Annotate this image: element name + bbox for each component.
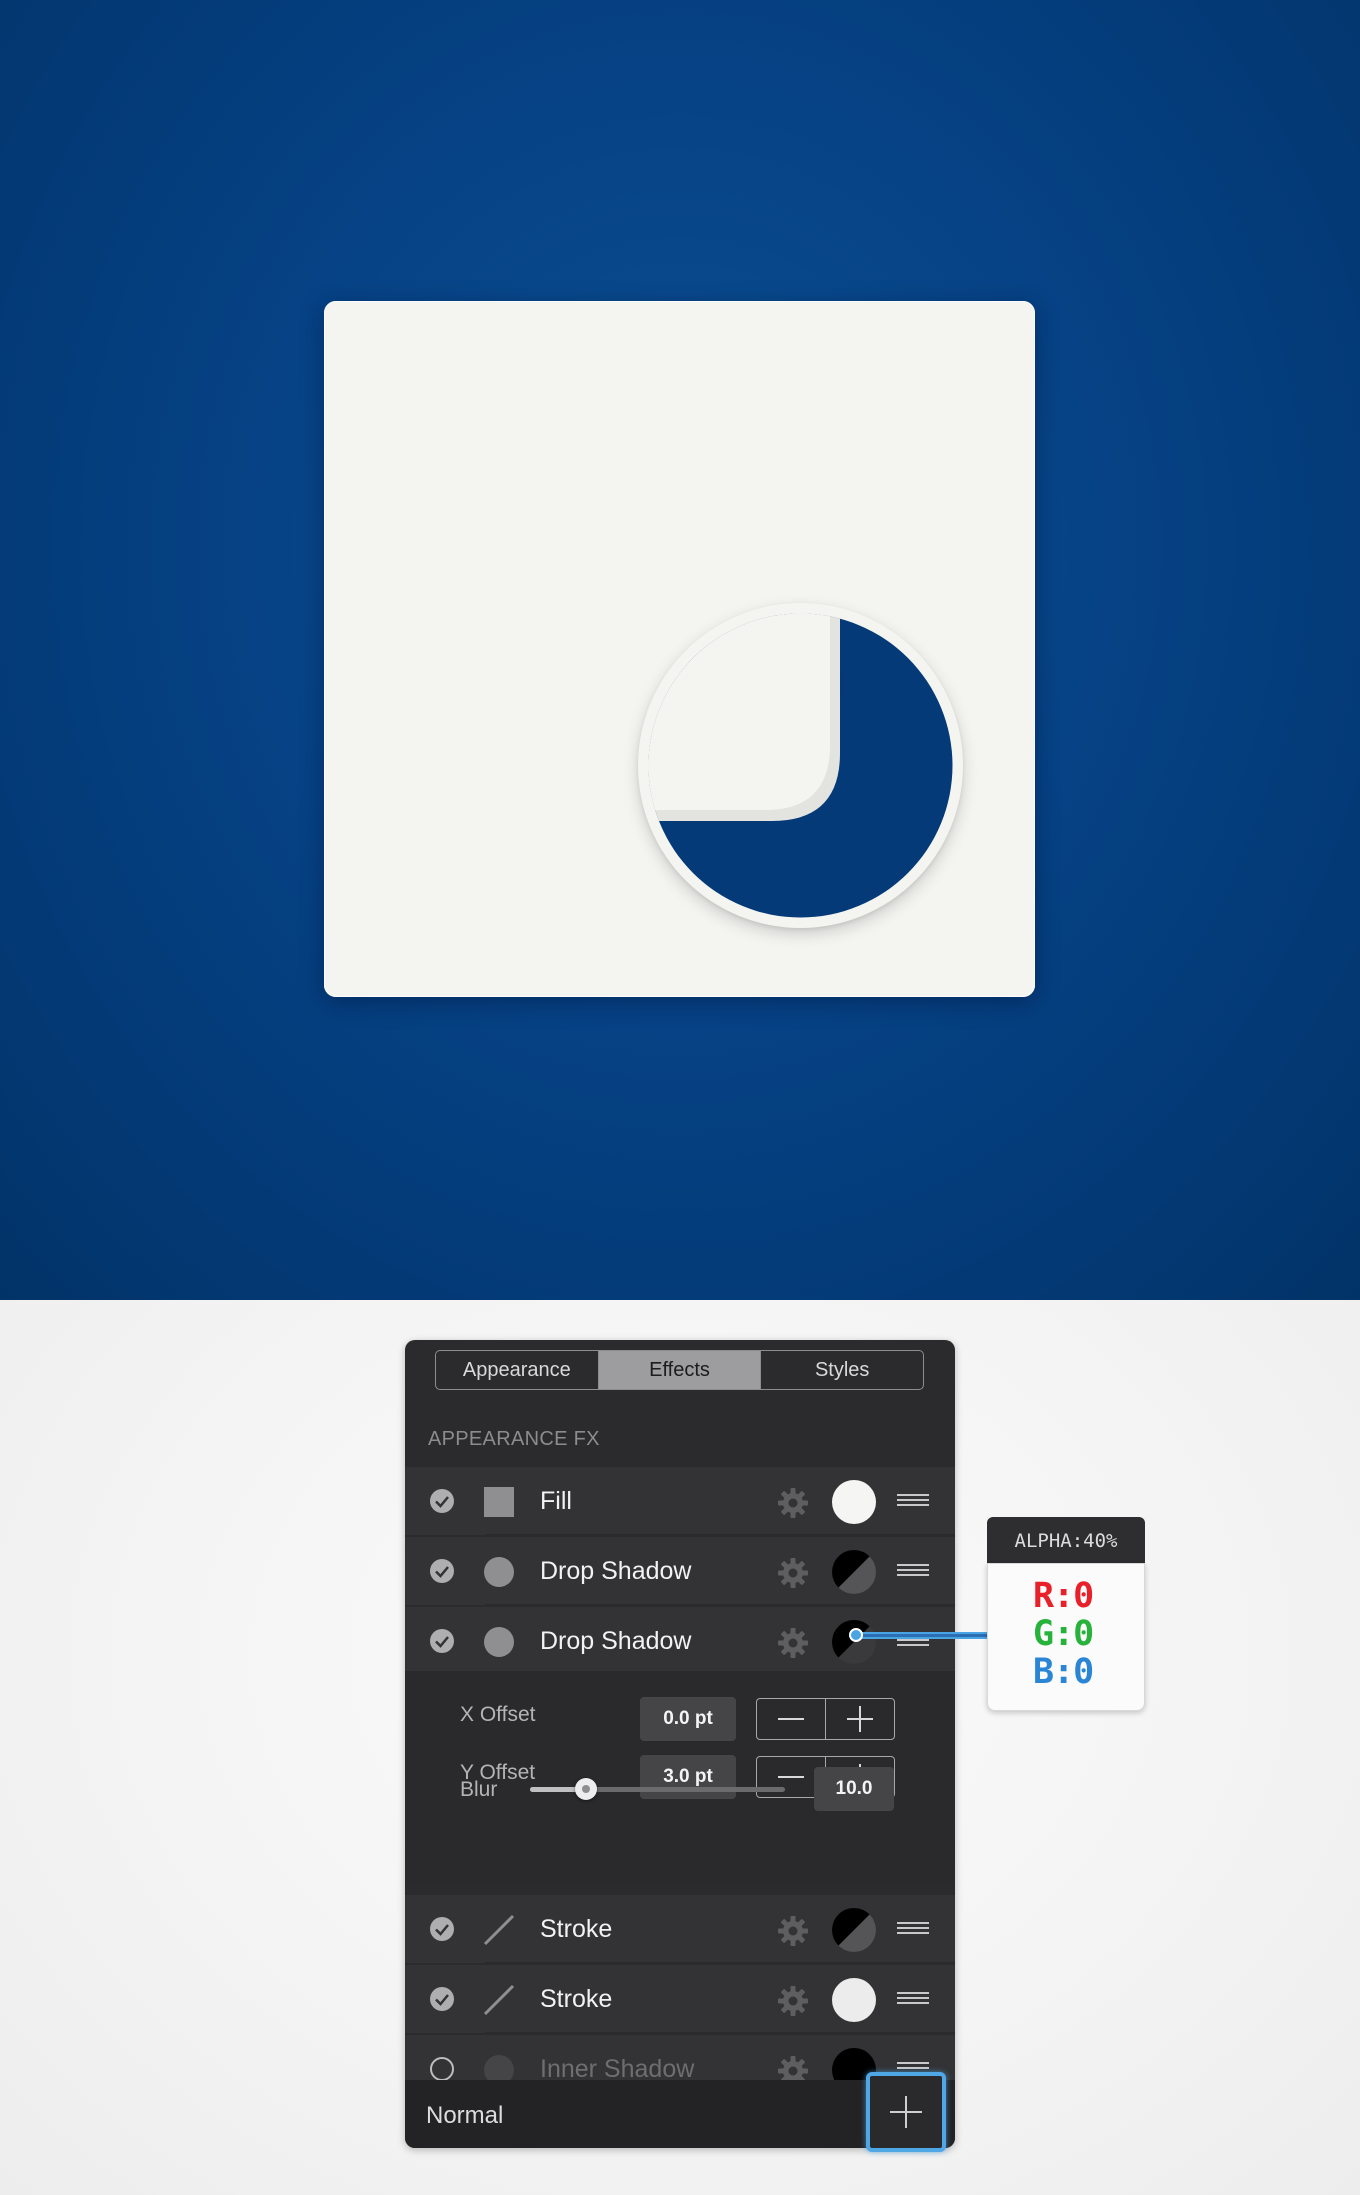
gear-icon[interactable]: [777, 1487, 809, 1519]
blur-value-field[interactable]: 10.0: [814, 1767, 894, 1811]
tab-appearance[interactable]: Appearance: [436, 1351, 599, 1389]
checkmark-icon: [435, 1636, 449, 1648]
tab-effects[interactable]: Effects: [598, 1351, 762, 1389]
add-effect-button[interactable]: [866, 2072, 946, 2152]
enabled-checkbox[interactable]: [430, 1489, 454, 1513]
enabled-checkbox[interactable]: [430, 1987, 454, 2011]
badge-artwork: [638, 603, 963, 928]
badge-white-quarter: [648, 613, 830, 810]
drop-shadow-settings: X Offset 0.0 pt Y Offset 3.0 pt Blur 10.…: [405, 1671, 955, 1885]
effect-row-stroke-1[interactable]: Stroke: [405, 1895, 955, 1963]
effect-label: Stroke: [540, 1915, 613, 1943]
effect-row-stroke-2[interactable]: Stroke: [405, 1965, 955, 2033]
effect-label: Stroke: [540, 1985, 613, 2013]
x-offset-field[interactable]: 0.0 pt: [640, 1697, 736, 1741]
drag-handle-icon[interactable]: [897, 1992, 929, 2008]
rgb-values: R:0 G:0 B:0: [987, 1563, 1145, 1711]
checkmark-icon: [435, 1924, 449, 1936]
color-swatch[interactable]: [832, 1480, 876, 1524]
tab-styles[interactable]: Styles: [761, 1351, 923, 1389]
panel-tabs: Appearance Effects Styles: [435, 1350, 924, 1390]
color-swatch[interactable]: [832, 1620, 876, 1664]
green-value: G:0: [1033, 1614, 1094, 1654]
appearance-panel: Appearance Effects Styles APPEARANCE FX …: [405, 1340, 955, 2148]
enabled-checkbox[interactable]: [430, 1917, 454, 1941]
effect-row-drop-shadow-1[interactable]: Drop Shadow: [405, 1537, 955, 1605]
x-offset-increment-button[interactable]: [825, 1699, 894, 1739]
gear-icon[interactable]: [777, 1627, 809, 1659]
blue-value: B:0: [1033, 1652, 1094, 1692]
x-offset-label: X Offset: [460, 1703, 536, 1726]
effect-row-fill[interactable]: Fill: [405, 1467, 955, 1535]
gear-icon[interactable]: [777, 1985, 809, 2017]
drag-handle-icon[interactable]: [897, 1564, 929, 1580]
effect-label: Drop Shadow: [540, 1557, 692, 1585]
effect-label: Drop Shadow: [540, 1627, 692, 1655]
blur-slider[interactable]: [530, 1778, 785, 1800]
circle-icon: [483, 1556, 515, 1588]
artboard-canvas: [0, 0, 1360, 1300]
checkmark-icon: [435, 1566, 449, 1578]
effect-label: Fill: [540, 1487, 572, 1515]
blur-label: Blur: [460, 1778, 498, 1801]
alpha-label: ALPHA:40%: [987, 1517, 1145, 1565]
blend-mode-select[interactable]: Normal: [426, 2102, 503, 2130]
gear-icon[interactable]: [777, 1557, 809, 1589]
line-icon: [483, 1984, 515, 2016]
color-swatch[interactable]: [832, 1978, 876, 2022]
checkmark-icon: [435, 1994, 449, 2006]
color-swatch[interactable]: [832, 1908, 876, 1952]
gear-icon[interactable]: [777, 1915, 809, 1947]
enabled-checkbox[interactable]: [430, 1559, 454, 1583]
enabled-checkbox[interactable]: [430, 2057, 454, 2081]
red-value: R:0: [1033, 1576, 1094, 1616]
section-heading: APPEARANCE FX: [428, 1428, 600, 1450]
badge-icon-graphic: [648, 613, 953, 918]
y-offset-field[interactable]: 3.0 pt: [640, 1755, 736, 1799]
x-offset-decrement-button[interactable]: [757, 1699, 825, 1739]
square-fill-icon: [483, 1486, 515, 1518]
circle-icon: [483, 1626, 515, 1658]
color-swatch[interactable]: [832, 1550, 876, 1594]
callout-connector: [849, 1628, 990, 1642]
color-values-tooltip: ALPHA:40% R:0 G:0 B:0: [987, 1517, 1145, 1713]
drag-handle-icon[interactable]: [897, 1494, 929, 1510]
checkmark-icon: [435, 1496, 449, 1508]
drag-handle-icon[interactable]: [897, 1922, 929, 1938]
enabled-checkbox[interactable]: [430, 1629, 454, 1653]
blur-slider-knob[interactable]: [575, 1778, 598, 1800]
x-offset-stepper: [756, 1698, 895, 1740]
line-icon: [483, 1914, 515, 1946]
